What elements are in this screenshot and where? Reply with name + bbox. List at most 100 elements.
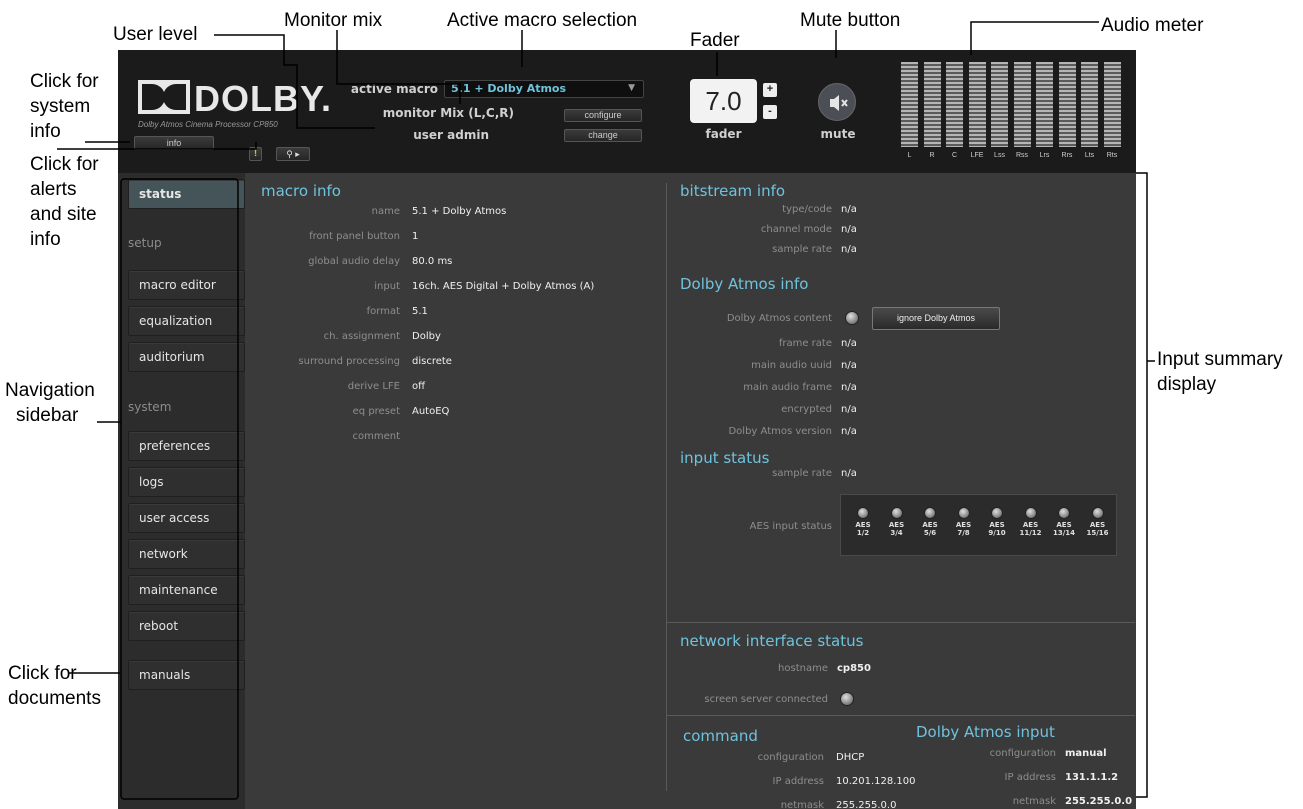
active-macro-value: 5.1 + Dolby Atmos xyxy=(451,82,567,95)
atmos-input-rows-value: manual xyxy=(1065,748,1107,759)
annotation-active-macro: Active macro selection xyxy=(447,10,638,31)
location-icon[interactable]: ⚲ ▸ xyxy=(276,147,310,161)
meter-label: C xyxy=(951,152,958,159)
atmos-input-rows-key: IP address xyxy=(1004,772,1056,783)
main-content: status setup macro editor equalization a… xyxy=(118,173,1136,809)
screen-server-indicator xyxy=(840,692,854,706)
macro-rows-value: Dolby xyxy=(412,331,441,342)
aes-channel-label-top: AES xyxy=(989,521,1005,529)
aes-channel: AES 7/8 xyxy=(950,501,978,537)
macro-rows-value: 80.0 ms xyxy=(412,256,453,267)
atmos-content-indicator xyxy=(845,311,859,325)
macro-rows-key: surround processing xyxy=(298,356,400,367)
meter-label: Lrs xyxy=(1039,152,1050,159)
aes-channel: AES 13/14 xyxy=(1050,501,1078,537)
command-rows-value: DHCP xyxy=(836,752,865,763)
dolby-double-d-icon xyxy=(138,80,190,114)
cp850-app-window: DOLBY. Dolby Atmos Cinema Processor CP85… xyxy=(118,50,1136,809)
input-status-title: input status xyxy=(680,449,770,467)
macro-rows-value: 5.1 xyxy=(412,306,428,317)
fader-plus-button[interactable]: + xyxy=(763,83,777,97)
meter-bar-r xyxy=(923,62,941,147)
aes-channel-label-top: AES xyxy=(1022,521,1039,529)
aes-channel-label-top: AES xyxy=(855,521,871,529)
fader-value[interactable]: 7.0 xyxy=(690,79,757,123)
command-title: command xyxy=(683,727,758,745)
meter-bar-rts xyxy=(1103,62,1121,147)
macro-rows-key: ch. assignment xyxy=(323,331,400,342)
atmos-rows-key: frame rate xyxy=(778,338,832,349)
aes-channel-indicator xyxy=(924,507,936,519)
meter-label: R xyxy=(929,152,935,159)
sidebar-item-preferences[interactable]: preferences xyxy=(128,431,245,461)
sidebar-item-macro-editor[interactable]: macro editor xyxy=(128,270,245,300)
sidebar-item-manuals[interactable]: manuals xyxy=(128,660,245,690)
aes-channel: AES 3/4 xyxy=(883,501,911,537)
meter-bar-rrs xyxy=(1058,62,1076,147)
bitstream-rows-key: type/code xyxy=(782,204,832,215)
aes-channel-label-bottom: 7/8 xyxy=(957,529,970,537)
aes-channel-label-top: AES xyxy=(922,521,938,529)
aes-channel: AES 15/16 xyxy=(1084,501,1112,537)
fader-minus-button[interactable]: - xyxy=(763,105,777,119)
aes-channel-indicator xyxy=(857,507,869,519)
input-sample-rate-label: sample rate xyxy=(772,468,832,479)
configure-button[interactable]: configure xyxy=(564,109,642,122)
aes-channel-indicator xyxy=(1058,507,1070,519)
info-button[interactable]: info xyxy=(134,136,214,150)
user-level-label: user admin xyxy=(413,128,489,142)
annotation-fader: Fader xyxy=(690,30,740,51)
macro-rows-value: AutoEQ xyxy=(412,406,450,417)
sidebar-item-user-access[interactable]: user access xyxy=(128,503,245,533)
aes-channel: AES 1/2 xyxy=(849,501,877,537)
atmos-input-title: Dolby Atmos input xyxy=(916,723,1055,741)
aes-channel-label-bottom: 5/6 xyxy=(923,529,937,537)
bitstream-rows-value: n/a xyxy=(841,244,857,255)
macro-rows-key: eq preset xyxy=(352,406,400,417)
sidebar-item-equalization[interactable]: equalization xyxy=(128,306,245,336)
annotation-user-level: User level xyxy=(113,24,198,45)
command-rows-key: IP address xyxy=(772,776,824,787)
sidebar-item-reboot[interactable]: reboot xyxy=(128,611,245,641)
meter-bar-l xyxy=(901,62,918,147)
annotation-monitor-mix: Monitor mix xyxy=(284,10,383,31)
sidebar-item-logs[interactable]: logs xyxy=(128,467,245,497)
macro-rows-value: 1 xyxy=(412,231,419,242)
sidebar-item-network[interactable]: network xyxy=(128,539,245,569)
active-macro-label: active macro xyxy=(350,82,438,96)
aes-channel-label-bottom: 9/10 xyxy=(988,529,1006,537)
meter-bar-rss xyxy=(1013,62,1031,147)
hostname-label: hostname xyxy=(778,663,828,674)
atmos-info-title: Dolby Atmos info xyxy=(680,275,809,293)
change-user-button[interactable]: change xyxy=(564,129,642,142)
bitstream-rows-value: n/a xyxy=(841,224,857,235)
meter-label: Lss xyxy=(994,152,1005,159)
mute-label: mute xyxy=(820,127,856,141)
sidebar-heading-setup: setup xyxy=(128,236,162,250)
atmos-rows-key: main audio frame xyxy=(743,382,832,393)
command-rows-key: configuration xyxy=(757,752,824,763)
active-macro-select[interactable]: 5.1 + Dolby Atmos ▼ xyxy=(444,80,644,98)
bitstream-info-title: bitstream info xyxy=(680,182,786,200)
navigation-sidebar: status setup macro editor equalization a… xyxy=(118,173,245,809)
atmos-input-rows-key: configuration xyxy=(989,748,1056,759)
dolby-logo: DOLBY. Dolby Atmos Cinema Processor CP85… xyxy=(138,78,331,129)
macro-rows-key: global audio delay xyxy=(308,256,400,267)
bitstream-rows-key: channel mode xyxy=(760,224,832,235)
aes-channel-indicator xyxy=(890,507,903,519)
aes-channel: AES 5/6 xyxy=(916,501,944,537)
meter-bar-lts xyxy=(1081,62,1098,147)
ignore-atmos-button[interactable]: ignore Dolby Atmos xyxy=(872,307,1000,330)
aes-input-status-panel: AES 1/2 AES 3/4 AES 5/6 AES 7/8 AES 9/10 AES 11/12 A… xyxy=(840,494,1117,556)
aes-channel-label-top: AES xyxy=(1056,521,1072,529)
sidebar-item-auditorium[interactable]: auditorium xyxy=(128,342,245,372)
mute-button[interactable] xyxy=(818,83,856,121)
atmos-input-rows-value: 255.255.0.0 xyxy=(1065,796,1133,807)
chevron-down-icon: ▼ xyxy=(628,83,635,93)
alert-icon[interactable]: ! xyxy=(249,147,262,161)
atmos-rows-value: n/a xyxy=(841,360,857,371)
sidebar-item-status[interactable]: status xyxy=(128,179,245,209)
macro-rows-key: name xyxy=(371,206,400,217)
sidebar-item-maintenance[interactable]: maintenance xyxy=(128,575,245,605)
meter-label: L xyxy=(907,152,912,159)
